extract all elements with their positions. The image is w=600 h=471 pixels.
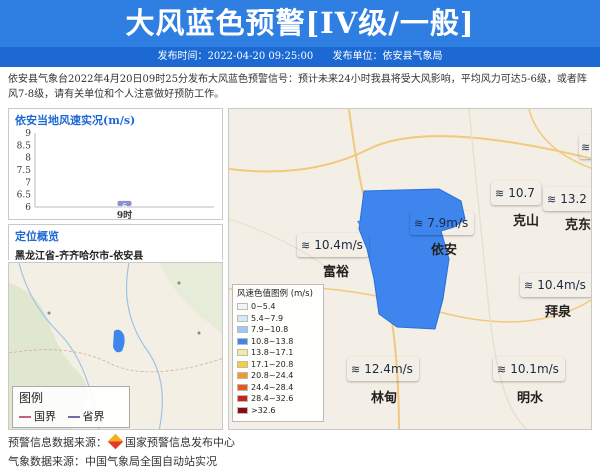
speed-legend-swatch [237, 337, 248, 345]
station-badge-edge[interactable]: ≋ [579, 135, 591, 159]
speed-legend-swatch [237, 326, 248, 333]
warning-source: 预警信息数据来源： 国家预警信息发布中心 [8, 433, 235, 450]
speed-legend-label: 0~5.4 [251, 302, 276, 311]
publisher: 发布单位：依安县气象局 [332, 51, 443, 62]
speed-legend-item: 0~5.4 [237, 301, 319, 313]
y-tick-label: 9 [25, 129, 31, 139]
speed-legend-title: 风速色值图例 (m/s) [237, 289, 313, 299]
speed-legend-swatch [237, 372, 248, 379]
speed-legend-swatch [237, 303, 248, 310]
speed-legend-label: 10.8~13.8 [251, 336, 294, 346]
weather-source: 气象数据来源：中国气象局全国自动站实况 [8, 455, 217, 468]
y-tick-label: 6 [25, 203, 31, 213]
city-keshan: 克山 [513, 214, 540, 229]
y-tick-label: 8.5 [17, 141, 32, 151]
speed-legend-label: 20.8~24.4 [251, 371, 294, 380]
speed-legend-label: 7.9~10.8 [251, 325, 289, 334]
wind-icon: ≋ [497, 363, 507, 376]
y-tick-label: 6.5 [17, 191, 32, 201]
city-kedong: 克东 [565, 218, 592, 233]
wind-icon: ≋ [351, 363, 361, 376]
speed-legend-swatch [237, 383, 248, 391]
wind-icon: ≋ [581, 141, 591, 154]
station-badge-fuyu[interactable]: ≋ 10.4m/s [297, 233, 369, 257]
speed-legend-label: 28.4~32.6 [251, 394, 294, 403]
publisher-logo-icon [107, 433, 124, 450]
speed-legend-item: 17.1~20.8 [237, 359, 319, 371]
header-banner: 大风蓝色预警[IV级/一般] [0, 0, 600, 47]
wind-icon: ≋ [414, 217, 424, 230]
city-mingshui: 明水 [517, 391, 544, 406]
speed-legend-swatch [237, 349, 248, 356]
speed-legend-item: 28.4~32.6 [237, 393, 319, 405]
speed-legend-label: 13.8~17.1 [251, 348, 294, 357]
y-tick-label: 7 [25, 178, 31, 188]
speed-legend-swatch [237, 406, 248, 414]
speed-legend-item: 5.4~7.9 [237, 313, 319, 325]
speed-legend-item: 24.4~28.4 [237, 382, 319, 394]
speed-legend-item: 10.8~13.8 [237, 336, 319, 348]
meta-bar: 发布时间：2022-04-20 09:25:00 发布单位：依安县气象局 [0, 47, 600, 67]
speed-legend-swatch [237, 314, 248, 322]
wind-icon: ≋ [301, 239, 311, 252]
location-path: 黑龙江省-齐齐哈尔市-依安县 [15, 251, 144, 262]
map-legend: 图例 国界 省界 [12, 386, 130, 428]
station-badge-baiquan[interactable]: ≋ 10.4m/s [520, 273, 591, 297]
legend-national-border: 国界 [19, 408, 56, 424]
city-lindian: 林甸 [371, 391, 398, 406]
speed-legend-item: 13.8~17.1 [237, 347, 319, 359]
speed-legend-item: 20.8~24.4 [237, 370, 319, 382]
city-baiquan: 拜泉 [545, 305, 572, 320]
speed-legend-label: 24.4~28.4 [251, 382, 294, 392]
y-tick-label: 8 [25, 154, 31, 164]
wind-speed-chart: 98.587.576.56 69时 [17, 129, 214, 219]
speed-legend-swatch [237, 360, 248, 368]
speed-legend-label: 5.4~7.9 [251, 313, 284, 323]
city-fuyu: 富裕 [323, 265, 350, 280]
speed-legend-item: 7.9~10.8 [237, 324, 319, 336]
station-badge-mingshui[interactable]: ≋ 10.1m/s [493, 357, 565, 381]
publish-time: 发布时间：2022-04-20 09:25:00 [157, 51, 314, 62]
station-badge-keshan[interactable]: ≋ 10.7 [491, 181, 541, 205]
city-yian: 依安 [431, 243, 458, 258]
legend-province-border: 省界 [67, 408, 105, 424]
warning-description: 依安县气象台2022年4月20日09时25分发布大风蓝色预警信号：预计未来24小… [8, 74, 587, 100]
speed-legend-label: >32.6 [251, 405, 276, 415]
speed-legend-swatch [237, 395, 248, 402]
location-panel: 定位概览 黑龙江省-齐齐哈尔市-依安县 [8, 224, 223, 262]
location-title: 定位概览 [15, 230, 59, 243]
station-badge-lindian[interactable]: ≋ 12.4m/s [347, 357, 419, 381]
speed-legend-label: 17.1~20.8 [251, 359, 294, 369]
station-badge-yian[interactable]: ≋ 7.9m/s [410, 211, 474, 235]
wind-speed-panel: 依安当地风速实况(m/s) 9 8.5 8 7.5 7 6.5 6 6 9时 [8, 108, 223, 220]
y-tick-label: 7.5 [17, 166, 32, 176]
warning-source-name[interactable]: 国家预警信息发布中心 [125, 436, 235, 449]
wind-icon: ≋ [524, 279, 534, 292]
x-tick-label: 9时 [117, 209, 132, 219]
bar-data-label: 6 [122, 202, 127, 211]
page-title: 大风蓝色预警[IV级/一般] [125, 6, 475, 40]
wind-speed-legend: 风速色值图例 (m/s) 0~5.4 5.4~7.9 7.9~10.8 10.8~13… [232, 284, 324, 422]
speed-legend-item: >32.6 [237, 405, 319, 417]
station-badge-kedong[interactable]: ≋ 13.2 [543, 187, 591, 211]
wind-icon: ≋ [495, 187, 505, 200]
map-legend-title: 图例 [19, 391, 44, 405]
wind-icon: ≋ [547, 193, 557, 206]
